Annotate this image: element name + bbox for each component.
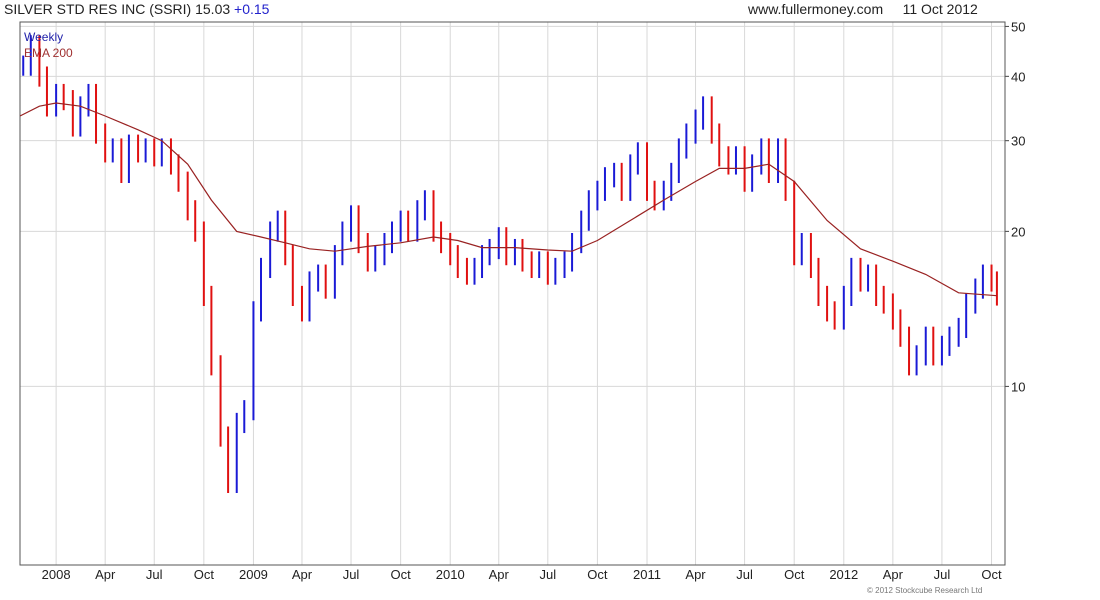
y-tick-label: 50: [1011, 19, 1025, 34]
x-tick-label: Jul: [736, 567, 753, 582]
x-tick-label: Apr: [883, 567, 904, 582]
x-tick-label: 2011: [633, 567, 661, 582]
x-tick-label: Oct: [784, 567, 805, 582]
x-tick-label: Oct: [194, 567, 215, 582]
x-tick-label: Apr: [95, 567, 116, 582]
legend-ema: EMA 200: [24, 46, 73, 60]
x-tick-label: Oct: [981, 567, 1002, 582]
x-tick-label: Jul: [343, 567, 360, 582]
x-tick-label: 2010: [436, 567, 465, 582]
x-tick-label: Oct: [587, 567, 608, 582]
y-tick-label: 30: [1011, 134, 1025, 149]
x-tick-label: Oct: [391, 567, 412, 582]
y-tick-label: 10: [1011, 379, 1025, 394]
x-tick-label: Jul: [540, 567, 557, 582]
y-tick-label: 40: [1011, 69, 1025, 84]
x-tick-label: 2008: [42, 567, 71, 582]
plot-frame: [19, 21, 1006, 566]
x-tick-label: Jul: [146, 567, 163, 582]
x-tick-label: 2012: [829, 567, 858, 582]
legend-weekly: Weekly: [24, 30, 64, 44]
price-chart: 2008 Apr Jul Oct 2009 Apr Jul Oct 2010 Apr Jul Oct 2…: [19, 19, 1025, 582]
x-tick-label: 2009: [239, 567, 268, 582]
x-tick-label: Apr: [685, 567, 706, 582]
x-tick-label: Apr: [292, 567, 313, 582]
x-tick-label: Jul: [934, 567, 951, 582]
copyright-text: © 2012 Stockcube Research Ltd: [867, 586, 983, 595]
x-tick-label: Apr: [489, 567, 510, 582]
y-tick-label: 20: [1011, 224, 1025, 239]
